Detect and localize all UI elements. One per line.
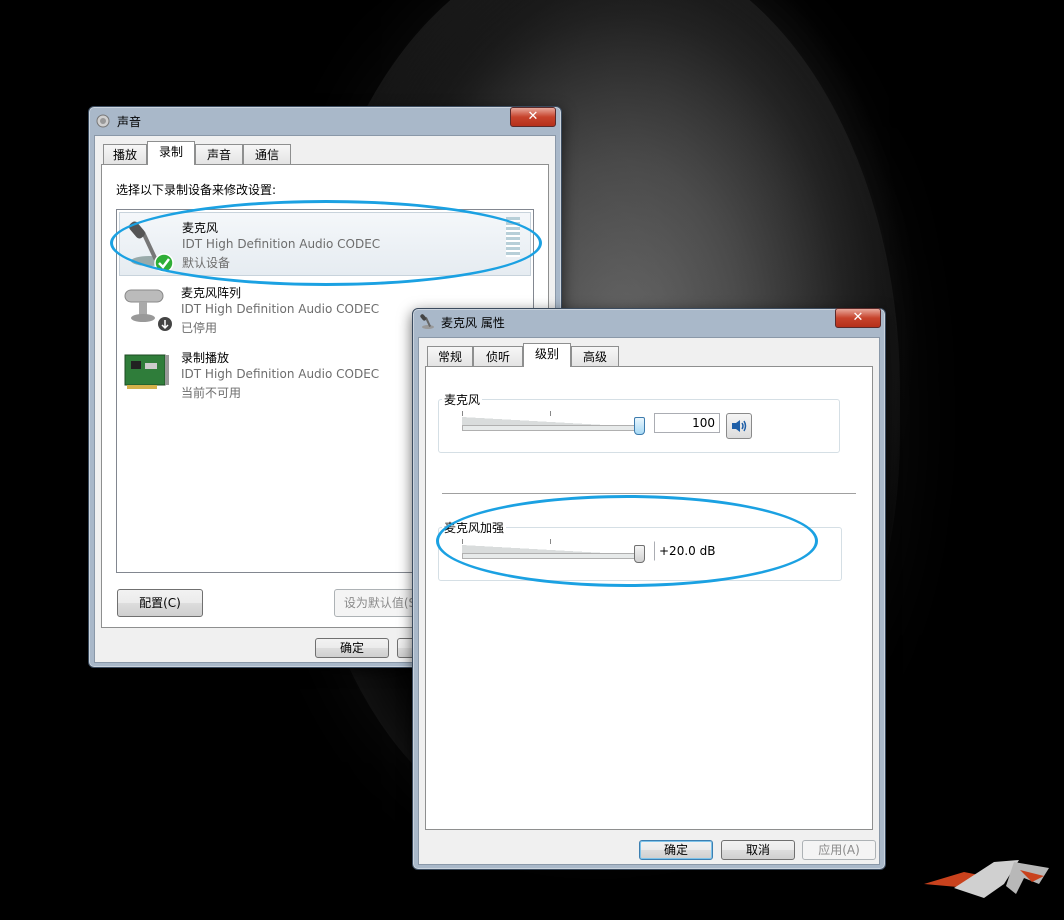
webcam-mic-array-icon <box>124 289 172 331</box>
tab-recording[interactable]: 录制 <box>147 141 195 165</box>
device-status: 当前不可用 <box>181 386 242 400</box>
props-ok-button[interactable]: 确定 <box>639 840 713 860</box>
microphone-small-icon <box>420 314 434 329</box>
microphone-slider[interactable] <box>462 411 652 437</box>
tab-general[interactable]: 常规 <box>427 346 473 367</box>
props-apply-button[interactable]: 应用(A) <box>802 840 876 860</box>
props-title: 麦克风 属性 <box>441 316 505 330</box>
tab-advanced[interactable]: 高级 <box>571 346 619 367</box>
sound-titlebar[interactable]: 声音 ✕ <box>89 107 561 135</box>
highlight-callout-device <box>110 200 542 286</box>
device-status: 已停用 <box>181 321 218 335</box>
props-close-button[interactable]: ✕ <box>835 308 881 328</box>
tab-communications[interactable]: 通信 <box>243 144 291 165</box>
tick <box>550 411 551 416</box>
device-name: 录制播放 <box>181 351 230 365</box>
slider-track <box>462 425 640 431</box>
props-cancel-button[interactable]: 取消 <box>721 840 795 860</box>
mute-button[interactable] <box>726 413 752 439</box>
device-driver: IDT High Definition Audio CODEC <box>181 302 380 316</box>
sound-card-icon <box>124 354 169 389</box>
props-client: 常规 侦听 级别 高级 麦克风 100 麦克风加强 +20.0 dB 确定 取消… <box>418 337 880 865</box>
tab-playback[interactable]: 播放 <box>103 144 147 165</box>
props-titlebar[interactable]: 麦克风 属性 ✕ <box>413 308 885 337</box>
sound-close-button[interactable]: ✕ <box>510 107 556 127</box>
configure-button[interactable]: 配置(C) <box>117 589 203 617</box>
device-driver: IDT High Definition Audio CODEC <box>181 367 380 381</box>
microphone-level-input[interactable]: 100 <box>654 413 720 433</box>
instruction-text: 选择以下录制设备来修改设置: <box>116 183 277 197</box>
highlight-callout-boost <box>436 495 818 587</box>
microphone-group-label: 麦克风 <box>442 391 483 408</box>
tab-sounds[interactable]: 声音 <box>195 144 243 165</box>
sound-ok-button[interactable]: 确定 <box>315 638 389 658</box>
mic-properties-window: 麦克风 属性 ✕ 常规 侦听 级别 高级 麦克风 100 麦克风加强 +20.0… <box>412 308 886 870</box>
tick <box>462 411 463 416</box>
device-name: 麦克风阵列 <box>181 286 242 300</box>
tab-levels[interactable]: 级别 <box>523 343 571 367</box>
separator <box>442 493 856 494</box>
speaker-volume-icon <box>732 420 747 432</box>
sound-title: 声音 <box>117 115 142 129</box>
eagle-logo-watermark <box>924 860 1049 898</box>
levels-panel: 麦克风 100 麦克风加强 +20.0 dB <box>425 366 873 830</box>
microphone-slider-thumb[interactable] <box>634 417 645 435</box>
tab-listen[interactable]: 侦听 <box>473 346 523 367</box>
speaker-icon <box>96 114 110 128</box>
